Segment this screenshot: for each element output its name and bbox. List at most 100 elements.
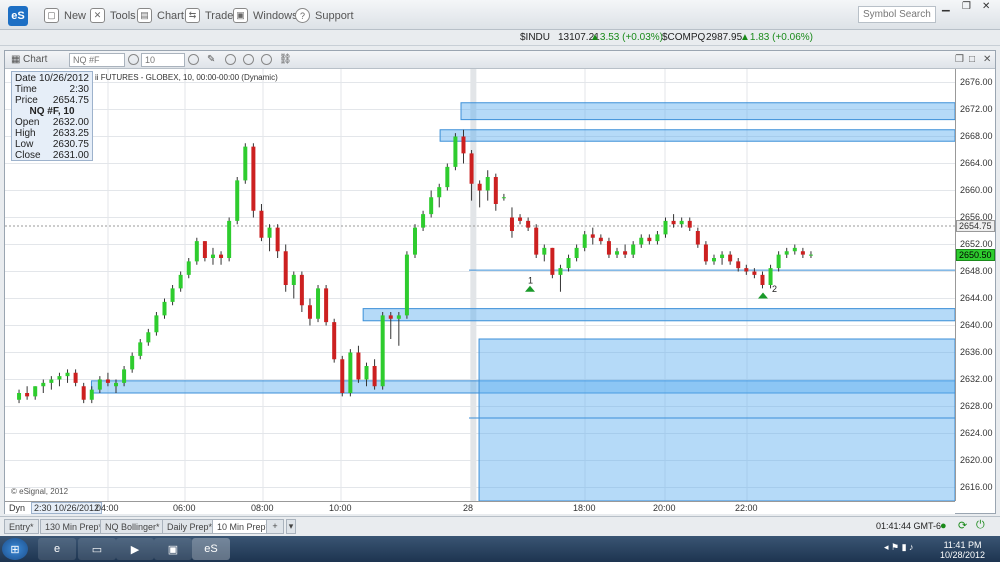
symbol-field[interactable]: NQ #F <box>69 53 125 67</box>
interval-field[interactable]: 10 <box>141 53 185 67</box>
chart-restore-icon[interactable]: ❐ <box>955 54 964 65</box>
price-tick-label: 2672.00 <box>960 103 993 114</box>
esignal-taskbar-icon[interactable]: eS <box>192 538 230 560</box>
candle-body <box>348 352 353 393</box>
tray-icons[interactable]: ◂ ⚑ ▮ ♪ <box>884 542 914 553</box>
price-tick-label: 2652.00 <box>960 238 993 249</box>
internet-explorer-icon[interactable]: e <box>38 538 76 560</box>
candle-body <box>663 220 668 235</box>
candle-body <box>307 305 312 319</box>
zoom-icon[interactable] <box>261 54 272 65</box>
candle-body <box>89 389 94 400</box>
tab-nq-bollinger[interactable]: NQ Bollinger* <box>100 519 165 534</box>
candle-body <box>170 288 175 302</box>
candle-body <box>784 251 789 255</box>
clock-icon[interactable] <box>188 54 199 65</box>
time-label: Time <box>15 84 37 95</box>
candle-body <box>146 332 151 343</box>
candle-body <box>227 220 232 258</box>
candle-body <box>485 177 490 191</box>
candle-body <box>711 258 716 262</box>
system-clock[interactable]: 11:41 PM 10/28/2012 <box>940 540 985 560</box>
candle-body <box>598 237 603 242</box>
price-tick-label: 2668.00 <box>960 130 993 141</box>
supply-demand-zone <box>460 102 955 121</box>
candle-body <box>631 244 636 255</box>
tab-menu-icon[interactable]: ▾ <box>286 519 296 534</box>
candle-body <box>49 379 54 383</box>
high-value: 2633.25 <box>52 128 89 139</box>
folder-icon[interactable]: ▭ <box>78 538 116 560</box>
dyn-label: Dyn <box>9 503 26 513</box>
chart-button[interactable]: ▤ Chart <box>137 8 184 23</box>
power-icon[interactable]: ⏻ <box>976 519 985 532</box>
compq-symbol[interactable]: $COMPQ <box>662 32 705 43</box>
candle-body <box>372 366 377 387</box>
candle-body <box>437 187 442 198</box>
time-axis[interactable]: Dyn 2:30 10/26/2012 04:00 06:00 08:00 10:00… <box>5 501 955 514</box>
buy-arrow-1 <box>525 285 535 292</box>
candle-body <box>679 220 684 225</box>
pencil-icon[interactable]: ✎ <box>207 54 215 65</box>
candle-body <box>267 227 272 238</box>
price-plot[interactable]: 12 <box>5 69 955 501</box>
start-button[interactable]: ⊞ <box>2 538 28 560</box>
tab-daily-prep[interactable]: Daily Prep* <box>162 519 218 534</box>
refresh-icon[interactable]: ⟳ <box>958 519 967 532</box>
support-label: Support <box>315 9 354 22</box>
tab-entry[interactable]: Entry* <box>4 519 39 534</box>
chart-maximize-icon[interactable]: □ <box>969 54 975 65</box>
candle-body <box>808 254 813 256</box>
indu-symbol[interactable]: $INDU <box>520 32 550 43</box>
chart-window: ▦ Chart NQ #F 10 ✎ ⛓ ❐ □ ✕ 12 Date 10/26/… <box>4 50 996 514</box>
symbol-link-icon[interactable] <box>128 54 139 65</box>
support-button[interactable]: ? Support <box>295 8 354 23</box>
new-button[interactable]: ▢ New <box>44 8 86 23</box>
candle-body <box>413 227 417 255</box>
price-tick-label: 2664.00 <box>960 157 993 168</box>
windows-taskbar: ⊞ e ▭ ▶ ▣ eS ◂ ⚑ ▮ ♪ 11:41 PM 10/28/2012 <box>0 536 1000 562</box>
tab-10-min-prep[interactable]: 10 Min Prep* <box>212 519 275 534</box>
remote-desktop-icon[interactable]: ▣ <box>154 538 192 560</box>
candle-body <box>477 183 482 191</box>
time-tick-label: 20:00 <box>653 503 676 513</box>
trade-button[interactable]: ⇆ Trade <box>185 8 233 23</box>
close-icon[interactable]: ✕ <box>982 1 990 12</box>
help-icon: ? <box>295 8 310 23</box>
time-tick-label: 28 <box>463 503 474 513</box>
chart-close-icon[interactable]: ✕ <box>983 54 991 65</box>
candle-body <box>404 254 409 316</box>
candle-body <box>97 379 102 390</box>
cursor-price-label: 2654.75 <box>956 219 995 232</box>
minimize-icon[interactable]: ▁ <box>942 1 950 12</box>
candle-body <box>526 220 531 228</box>
candle-body <box>235 180 240 221</box>
candle-body <box>25 393 30 397</box>
tab-130-min-prep[interactable]: 130 Min Prep* <box>40 519 108 534</box>
media-player-icon[interactable]: ▶ <box>116 538 154 560</box>
minus-icon[interactable] <box>243 54 254 65</box>
low-label: Low <box>15 139 34 150</box>
supply-demand-zone <box>439 129 955 142</box>
esignal-logo[interactable]: eS <box>8 6 28 26</box>
time-tick-label: 08:00 <box>251 503 274 513</box>
chart-label: Chart <box>157 9 184 22</box>
candle-body <box>760 274 765 285</box>
candle-body <box>17 393 22 400</box>
candle-body <box>275 227 280 252</box>
date-label: Date <box>15 73 37 84</box>
price-axis[interactable]: 2676.00 2672.00 2668.00 2664.00 2660.00 2656.… <box>955 69 995 501</box>
link-icon[interactable]: ⛓ <box>279 54 292 65</box>
candle-body <box>776 254 781 269</box>
windows-button[interactable]: ▣ Windows <box>233 8 298 23</box>
candle-body <box>114 382 119 387</box>
candle-body <box>695 231 700 245</box>
time-tick-label: 06:00 <box>173 503 196 513</box>
add-tab-button[interactable]: + <box>266 519 284 534</box>
tools-button[interactable]: ✕ Tools <box>90 8 136 23</box>
symbol-search-input[interactable]: Symbol Search <box>858 6 936 23</box>
check-icon[interactable] <box>225 54 236 65</box>
restore-icon[interactable]: ❐ <box>962 1 971 12</box>
candle-body <box>615 251 620 255</box>
candle-body <box>429 197 434 215</box>
